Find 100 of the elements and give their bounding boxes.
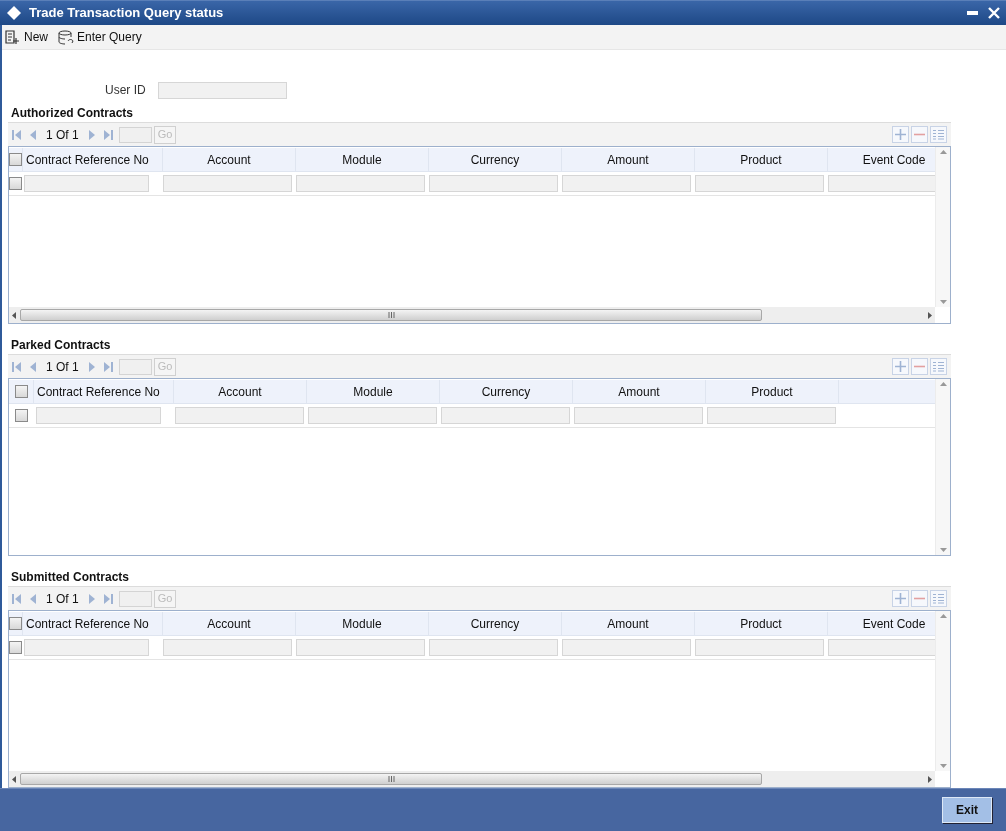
- scroll-left-icon[interactable]: [12, 775, 16, 783]
- table-cell-field[interactable]: [163, 175, 292, 192]
- minimize-icon[interactable]: [967, 11, 978, 15]
- previous-page-icon[interactable]: [28, 128, 38, 141]
- scroll-right-icon[interactable]: [928, 775, 932, 783]
- next-page-icon[interactable]: [86, 128, 97, 141]
- table-cell-field[interactable]: [163, 639, 292, 656]
- first-page-icon[interactable]: [12, 360, 22, 373]
- next-page-icon[interactable]: [86, 360, 97, 373]
- next-page-icon[interactable]: [86, 592, 97, 605]
- page-input[interactable]: [118, 590, 152, 607]
- exit-button[interactable]: Exit: [942, 797, 992, 823]
- scroll-up-icon[interactable]: [939, 150, 947, 154]
- table-cell-field[interactable]: [441, 407, 570, 424]
- database-icon: [58, 29, 74, 45]
- column-header: Account: [163, 148, 296, 171]
- table-cell-field[interactable]: [695, 639, 824, 656]
- scroll-down-icon[interactable]: [939, 764, 947, 768]
- add-row-icon[interactable]: [892, 358, 909, 375]
- add-row-icon[interactable]: [892, 126, 909, 143]
- vertical-scrollbar[interactable]: [935, 147, 950, 307]
- table-cell-field[interactable]: [429, 639, 558, 656]
- table-cell-field[interactable]: [24, 175, 149, 192]
- column-header: Product: [706, 380, 839, 403]
- column-header: Module: [296, 612, 429, 635]
- close-icon[interactable]: [988, 7, 1000, 19]
- section-title: Parked Contracts: [10, 337, 112, 354]
- checkbox[interactable]: [9, 617, 22, 630]
- first-page-icon[interactable]: [12, 592, 22, 605]
- table-cell-field[interactable]: [36, 407, 161, 424]
- table-cell-field[interactable]: [695, 175, 824, 192]
- column-header: Contract Reference No: [23, 148, 163, 171]
- scroll-down-icon[interactable]: [939, 300, 947, 304]
- list-view-icon[interactable]: [930, 358, 947, 375]
- page-input[interactable]: [118, 126, 152, 143]
- table-cell-field[interactable]: [828, 639, 935, 656]
- table-cell-field[interactable]: [562, 175, 691, 192]
- column-header: Account: [174, 380, 307, 403]
- column-header: Contract Reference No: [34, 380, 174, 403]
- column-header: Account: [163, 612, 296, 635]
- page-indicator: 1 Of 1: [46, 358, 79, 376]
- window-title: Trade Transaction Query status: [29, 4, 224, 23]
- section-title: Authorized Contracts: [10, 105, 134, 122]
- horizontal-scrollbar[interactable]: [9, 771, 935, 787]
- checkbox[interactable]: [9, 153, 22, 166]
- last-page-icon[interactable]: [102, 592, 113, 605]
- column-header: Module: [296, 148, 429, 171]
- scroll-right-icon[interactable]: [928, 311, 932, 319]
- column-header: Currency: [429, 148, 562, 171]
- field-label: User ID: [105, 82, 146, 99]
- scroll-left-icon[interactable]: [12, 311, 16, 319]
- scrollbar-thumb[interactable]: [20, 773, 762, 785]
- table-cell-field[interactable]: [562, 639, 691, 656]
- scroll-up-icon[interactable]: [939, 614, 947, 618]
- list-view-icon[interactable]: [930, 126, 947, 143]
- user-id-field[interactable]: [157, 82, 287, 99]
- delete-row-icon[interactable]: [911, 358, 928, 375]
- table-cell-field[interactable]: [429, 175, 558, 192]
- last-page-icon[interactable]: [102, 128, 113, 141]
- checkbox[interactable]: [9, 177, 22, 190]
- delete-row-icon[interactable]: [911, 126, 928, 143]
- page-input[interactable]: [118, 358, 152, 375]
- previous-page-icon[interactable]: [28, 360, 38, 373]
- page-indicator: 1 Of 1: [46, 126, 79, 144]
- horizontal-scrollbar[interactable]: [9, 307, 935, 323]
- new-document-icon: [5, 30, 21, 44]
- table-cell-field[interactable]: [24, 639, 149, 656]
- table-cell-field[interactable]: [828, 175, 935, 192]
- column-header: Product: [695, 148, 828, 171]
- add-row-icon[interactable]: [892, 590, 909, 607]
- first-page-icon[interactable]: [12, 128, 22, 141]
- grip-icon: [387, 312, 395, 318]
- column-header: Product: [695, 612, 828, 635]
- column-header: Module: [307, 380, 440, 403]
- checkbox[interactable]: [9, 641, 22, 654]
- vertical-scrollbar[interactable]: [935, 379, 950, 555]
- previous-page-icon[interactable]: [28, 592, 38, 605]
- column-header: Amount: [562, 612, 695, 635]
- delete-row-icon[interactable]: [911, 590, 928, 607]
- table-cell-field[interactable]: [175, 407, 304, 424]
- scroll-up-icon[interactable]: [939, 382, 947, 386]
- checkbox[interactable]: [15, 409, 28, 422]
- list-view-icon[interactable]: [930, 590, 947, 607]
- checkbox[interactable]: [14, 385, 28, 398]
- grip-icon: [387, 776, 395, 782]
- table-cell-field[interactable]: [296, 639, 425, 656]
- column-header: Amount: [573, 380, 706, 403]
- new-button[interactable]: New: [5, 28, 48, 46]
- section-title: Submitted Contracts: [10, 569, 130, 586]
- last-page-icon[interactable]: [102, 360, 113, 373]
- enter-query-button[interactable]: Enter Query: [58, 28, 142, 46]
- scroll-down-icon[interactable]: [939, 548, 947, 552]
- table-cell-field[interactable]: [296, 175, 425, 192]
- table-cell-field[interactable]: [308, 407, 437, 424]
- column-header: Contract Reference No: [23, 612, 163, 635]
- vertical-scrollbar[interactable]: [935, 611, 950, 771]
- column-header: Currency: [429, 612, 562, 635]
- table-cell-field[interactable]: [707, 407, 836, 424]
- scrollbar-thumb[interactable]: [20, 309, 762, 321]
- table-cell-field[interactable]: [574, 407, 703, 424]
